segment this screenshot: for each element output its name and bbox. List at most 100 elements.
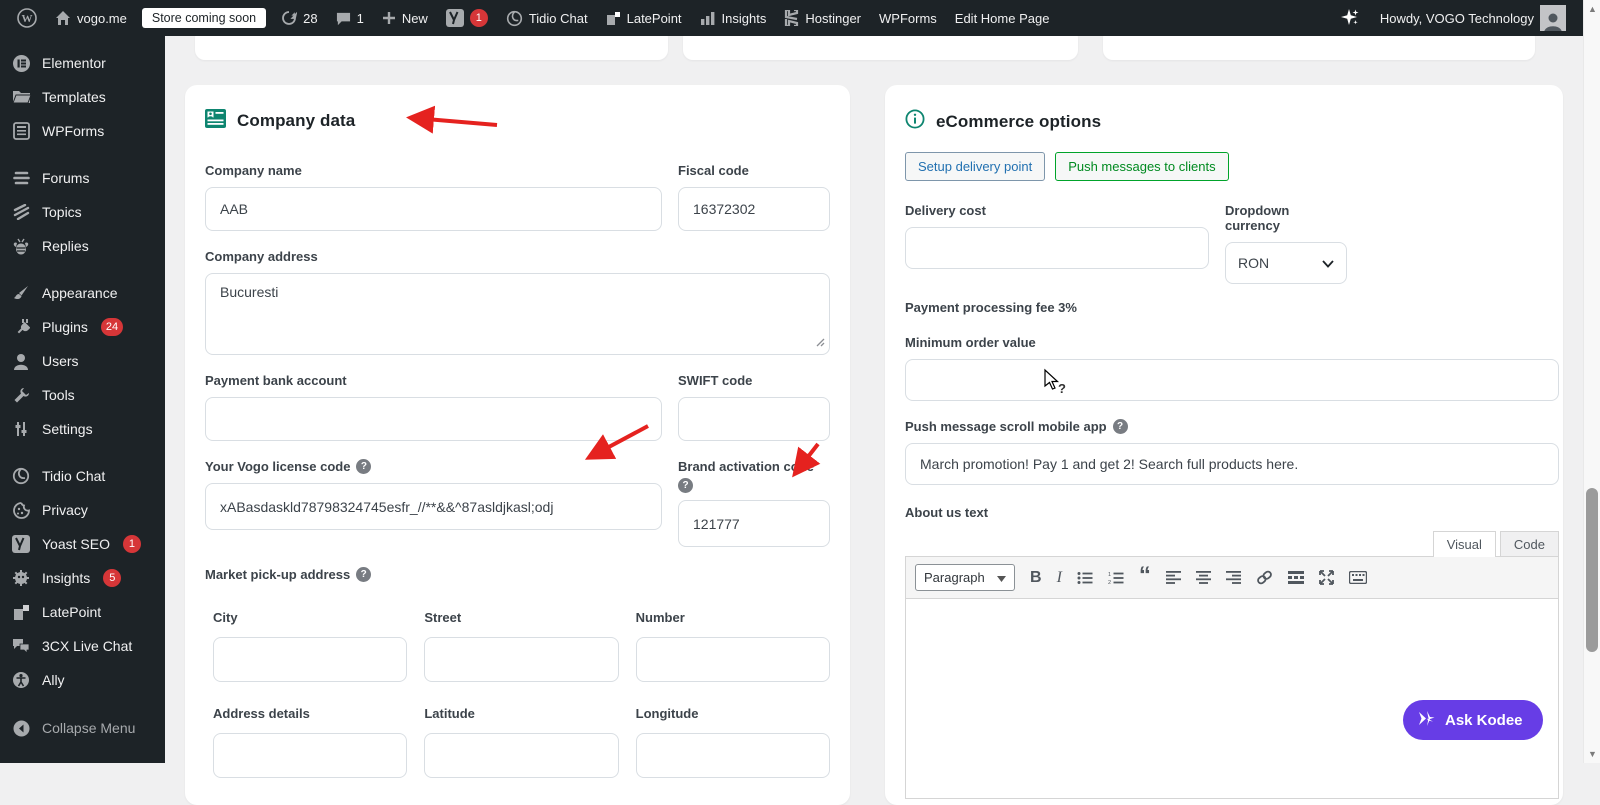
italic-button[interactable]: I [1057,569,1062,587]
home-icon [55,10,71,26]
fiscal-code-input[interactable] [678,187,830,231]
howdy-account-menu[interactable]: Howdy, VOGO Technology [1371,0,1575,36]
sidebar-item-topics[interactable]: Topics [0,195,165,229]
sidebar-label: 3CX Live Chat [42,638,133,654]
wpforms-menu[interactable]: WPForms [870,0,946,36]
blockquote-button[interactable]: “ [1139,563,1151,587]
sidebar-label: Templates [42,89,106,105]
sidebar-item-tidio-chat[interactable]: Tidio Chat [0,459,165,493]
align-center-button[interactable] [1195,571,1211,584]
accessibility-icon [11,670,31,690]
help-icon[interactable]: ? [356,459,372,474]
longitude-input[interactable] [635,733,830,778]
align-left-button[interactable] [1165,571,1181,584]
plugin-icon [11,317,31,337]
wordpress-logo-icon[interactable]: W [8,0,46,36]
sidebar-item-replies[interactable]: Replies [0,229,165,263]
sidebar-item-users[interactable]: Users [0,344,165,378]
payment-bank-account-label: Payment bank account [205,373,347,388]
scroll-down-icon[interactable]: ▼ [1584,749,1600,759]
chat-bubbles-icon [11,636,31,656]
swift-code-input[interactable] [678,397,830,441]
sidebar-item-latepoint[interactable]: LatePoint [0,595,165,629]
delivery-cost-input[interactable] [905,227,1209,269]
fullscreen-button[interactable] [1318,570,1334,585]
help-icon[interactable]: ? [356,567,372,582]
dropdown-currency-label: Dropdown currency [1225,203,1290,233]
content-area: Company data Company name Fiscal code Co… [165,28,1583,805]
sidebar-item-3cx-live-chat[interactable]: 3CX Live Chat [0,629,165,663]
brand-activation-code-input[interactable] [678,500,830,547]
sidebar-item-plugins[interactable]: Plugins 24 [0,310,165,344]
number-input[interactable] [635,637,830,682]
bullet-list-button[interactable] [1077,571,1093,585]
sidebar-item-settings[interactable]: Settings [0,412,165,446]
sidebar-item-elementor[interactable]: Elementor [0,46,165,80]
scroll-up-icon[interactable]: ▲ [1584,4,1600,14]
company-address-textarea[interactable]: Bucuresti [205,273,830,355]
latitude-input[interactable] [424,733,619,778]
latepoint-menu[interactable]: LatePoint [597,0,691,36]
license-code-input[interactable] [205,483,662,530]
comments-menu[interactable]: 1 [327,0,373,36]
sliders-icon [11,419,31,439]
page-scrollbar[interactable]: ▲ ▼ [1583,0,1600,763]
align-right-button[interactable] [1225,571,1241,584]
bold-button[interactable]: B [1030,569,1042,587]
tidio-chat-menu[interactable]: Tidio Chat [497,0,597,36]
license-code-label: Your Vogo license code [205,459,351,474]
city-input[interactable] [213,637,408,682]
new-content-menu[interactable]: New [373,0,437,36]
sidebar-label: WPForms [42,123,105,139]
numbered-list-button[interactable]: 12 [1108,571,1124,585]
site-name: vogo.me [77,10,127,26]
sidebar-item-appearance[interactable]: Appearance [0,276,165,310]
keyboard-shortcuts-button[interactable] [1348,571,1367,584]
insights-menu[interactable]: Insights [691,0,776,36]
cookie-icon [11,500,31,520]
admin-sidebar: Elementor Templates WPForms Forums Topic… [0,36,165,763]
sidebar-item-templates[interactable]: Templates [0,80,165,114]
edit-home-page-menu[interactable]: Edit Home Page [946,0,1059,36]
read-more-button[interactable] [1287,571,1304,584]
payment-bank-account-input[interactable] [205,397,662,441]
ask-kodee-button[interactable]: Ask Kodee [1403,700,1543,740]
sidebar-item-tools[interactable]: Tools [0,378,165,412]
street-input[interactable] [424,637,619,682]
yoast-menu[interactable]: 1 [437,0,497,36]
plugins-badge: 24 [100,318,124,336]
company-name-input[interactable] [205,187,662,231]
scrollbar-thumb[interactable] [1586,488,1598,652]
sidebar-item-privacy[interactable]: Privacy [0,493,165,527]
tab-code[interactable]: Code [1499,531,1559,557]
updates-count: 28 [303,10,318,26]
currency-select[interactable]: RON [1225,242,1347,284]
info-circle-icon [905,109,925,134]
resize-grip-icon[interactable] [816,334,825,350]
sidebar-item-wpforms[interactable]: WPForms [0,114,165,148]
sidebar-item-forums[interactable]: Forums [0,161,165,195]
hostinger-menu[interactable]: Hostinger [775,0,870,36]
ai-sparkle-icon[interactable] [1329,7,1371,29]
address-details-input[interactable] [213,733,408,778]
collapse-menu-button[interactable]: Collapse Menu [0,711,165,745]
paragraph-format-select[interactable]: Paragraph [915,564,1015,591]
updates-menu[interactable]: 28 [272,0,326,36]
push-message-input[interactable] [905,443,1559,485]
link-button[interactable] [1256,570,1273,585]
sidebar-item-insights[interactable]: Insights 5 [0,561,165,595]
sidebar-label: Forums [42,170,90,186]
setup-delivery-point-button[interactable]: Setup delivery point [905,152,1046,181]
brush-icon [11,283,31,303]
plus-icon [382,11,396,25]
editor-content-area[interactable] [905,599,1559,799]
sidebar-item-ally[interactable]: Ally [0,663,165,697]
store-coming-soon-badge[interactable]: Store coming soon [141,8,267,28]
help-icon[interactable]: ? [678,478,693,493]
sidebar-item-yoast-seo[interactable]: Yoast SEO 1 [0,527,165,561]
tab-visual[interactable]: Visual [1432,531,1496,557]
help-icon[interactable]: ? [1112,419,1128,434]
minimum-order-value-input[interactable] [905,359,1559,401]
site-name-menu[interactable]: vogo.me [46,0,136,36]
push-messages-button[interactable]: Push messages to clients [1055,152,1229,181]
